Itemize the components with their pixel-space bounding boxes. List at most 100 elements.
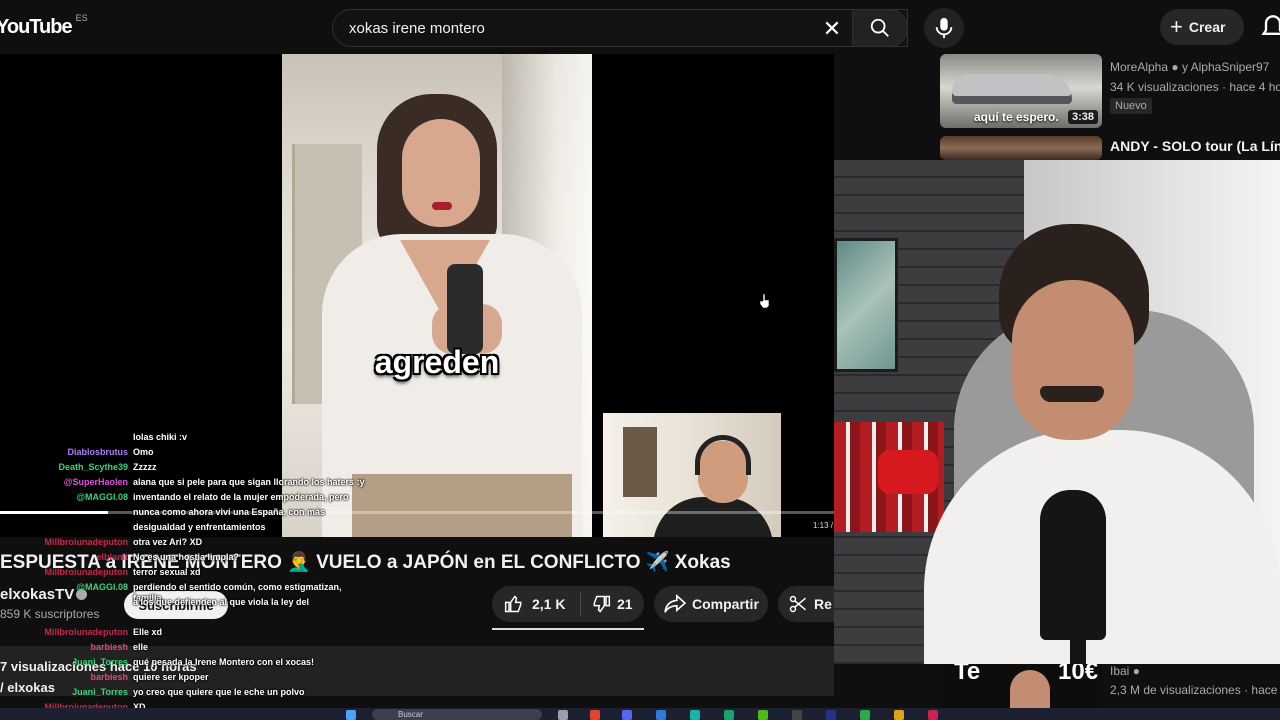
app-icon[interactable]	[928, 710, 938, 720]
chat-text: Elle xd	[133, 627, 163, 637]
speaker-face	[402, 119, 480, 227]
related-video-3-thumbnail[interactable]: Te 10€	[940, 664, 1102, 708]
chat-username[interactable]: Death_Scythe39	[0, 462, 128, 473]
streamer-face	[1012, 280, 1134, 440]
create-button[interactable]: + Crear	[1160, 9, 1244, 45]
new-badge: Nuevo	[1110, 98, 1152, 114]
chat-username[interactable]: @MAGGI.08	[0, 492, 128, 503]
speaker-mouth	[432, 202, 452, 210]
chat-username[interactable]: Diablosbrutus	[0, 447, 128, 458]
chat-username[interactable]: Millbroiunadeputon	[0, 627, 129, 638]
share-button[interactable]: Compartir	[654, 586, 768, 622]
related-video-1[interactable]: aquí te espero. 3:38 MoreAlpha ● y Alpha…	[940, 54, 1280, 130]
like-ratio-bar	[492, 628, 644, 630]
search-icon	[870, 18, 889, 37]
car-image	[952, 74, 1072, 104]
thumbs-down-icon	[593, 595, 611, 613]
chat-text: No es una hostia limpia?	[133, 552, 240, 562]
thumbs-up-icon	[504, 595, 522, 613]
chat-text: inventando el relato de la mujer empoder…	[133, 492, 349, 502]
masthead: YouTube ES xokas irene montero ✕ + Crear	[0, 0, 1280, 54]
thumbnail-person	[1010, 670, 1050, 708]
plus-icon: +	[1170, 14, 1183, 39]
screen: YouTube ES xokas irene montero ✕ + Crear	[0, 0, 1280, 720]
app-icon[interactable]	[792, 710, 802, 720]
chat-username[interactable]: Millbroiunadeputon	[0, 537, 129, 548]
chat-username[interactable]: barbiesh	[0, 642, 128, 653]
monitor	[834, 238, 898, 372]
like-dislike-group: 2,1 K 21	[492, 586, 644, 622]
related-meta-3: 2,3 M de visualizaciones · hace 2	[1110, 683, 1280, 697]
region-code: ES	[75, 13, 88, 23]
search-input[interactable]: xokas irene montero	[349, 20, 485, 37]
small-facecam	[603, 413, 781, 537]
app-icon[interactable]	[758, 710, 768, 720]
mic-icon	[935, 17, 953, 39]
taskbar-search[interactable]: Buscar	[372, 709, 542, 720]
chat-text: lolas chiki :v	[133, 432, 188, 442]
like-count: 2,1 K	[532, 596, 566, 612]
thumbnail-text-right: 10€	[1058, 664, 1099, 685]
clip-label: Re	[814, 596, 832, 612]
video-thumbnail[interactable]	[940, 136, 1102, 160]
channel-label: MoreAlpha	[1110, 60, 1169, 74]
app-icon[interactable]	[690, 710, 700, 720]
os-taskbar: Buscar	[0, 708, 1280, 720]
chat-username[interactable]: Juani_Torres	[0, 657, 128, 668]
hand-cursor-icon	[760, 294, 770, 308]
chat-text: yo creo que quiere que le eche un polvo	[133, 687, 305, 697]
youtube-play-button-award	[878, 450, 938, 494]
chat-text: Zzzzz	[133, 462, 157, 472]
bottle	[447, 264, 483, 354]
chat-username[interactable]: @SuperHaolen	[0, 477, 128, 488]
related-meta: 34 K visualizaciones · hace 4 hor	[1110, 80, 1280, 94]
taskview-icon[interactable]	[558, 710, 568, 720]
channel-extra: y AlphaSniper97	[1181, 60, 1270, 74]
chat-text: Omo	[133, 447, 154, 457]
live-chat-overlay: lolas chiki :v Diablosbrutus Omo Death_Scyt…	[0, 432, 420, 720]
search-button[interactable]	[852, 9, 908, 47]
dislike-button[interactable]: 21	[581, 594, 633, 614]
chat-username[interactable]: elblanit	[0, 552, 128, 563]
share-label: Compartir	[692, 596, 759, 612]
chat-text: otra vez Ari? XD	[133, 537, 203, 547]
facecam-person-body	[653, 497, 773, 537]
discord-icon[interactable]	[622, 710, 632, 720]
related-channel-3: Ibai ●	[1110, 664, 1140, 678]
chat-username[interactable]: barbiesh	[0, 672, 128, 683]
facecam-shelf	[623, 427, 657, 497]
video-thumbnail[interactable]: aquí te espero. 3:38	[940, 54, 1102, 128]
thumbnail-text-left: Te	[954, 664, 981, 685]
logo-wordmark: YouTube	[0, 15, 73, 38]
clear-icon[interactable]: ✕	[821, 18, 843, 40]
bell-icon[interactable]	[1258, 14, 1280, 42]
chrome-icon[interactable]	[590, 710, 600, 720]
chat-username[interactable]: @MAGGI.08	[0, 582, 128, 593]
video-caption: agreden	[374, 344, 500, 380]
app-icon[interactable]	[724, 710, 734, 720]
youtube-logo[interactable]: YouTube ES	[0, 13, 88, 40]
timecode: 1:13 /	[813, 521, 834, 530]
chat-text: a los que defienden al que viola la ley …	[133, 597, 310, 607]
chat-text: nunca como ahora vivi una España, con má…	[133, 507, 326, 517]
chat-text: desigualdad y enfrentamientos	[133, 522, 266, 532]
folder-icon[interactable]	[894, 710, 904, 720]
chat-text: elle	[133, 642, 149, 652]
microphone	[1040, 490, 1106, 640]
voice-search-button[interactable]	[924, 8, 964, 48]
app-icon[interactable]	[826, 710, 836, 720]
chat-username[interactable]: Juani_Torres	[0, 687, 128, 698]
chat-text: terror sexual xd	[133, 567, 201, 577]
streamer-facecam	[834, 160, 1280, 664]
start-icon[interactable]	[346, 710, 356, 720]
microphone-arm	[1070, 630, 1086, 664]
like-button[interactable]: 2,1 K	[492, 594, 580, 614]
app-icon[interactable]	[656, 710, 666, 720]
chat-username[interactable]: Millbroiunadeputon	[0, 567, 129, 578]
chat-text: alana que si pele para que sigan llorand…	[133, 477, 365, 487]
search-box[interactable]: xokas irene montero ✕	[332, 9, 908, 47]
headset	[695, 435, 751, 475]
whatsapp-icon[interactable]	[860, 710, 870, 720]
thumbnail-text: aquí te espero.	[974, 110, 1059, 124]
chat-text: quiere ser kpoper	[133, 672, 209, 682]
